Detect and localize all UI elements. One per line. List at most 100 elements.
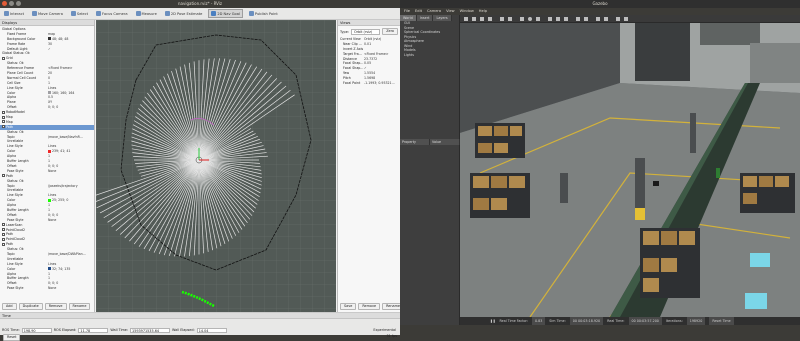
display-enable-checkbox[interactable] xyxy=(2,120,5,124)
cylinder-shape-icon[interactable] xyxy=(536,17,540,21)
box-shape-icon[interactable] xyxy=(520,17,524,21)
display-key: Status: Ok xyxy=(7,61,24,66)
color-swatch[interactable] xyxy=(48,91,51,95)
cyan-crate xyxy=(750,253,770,267)
tab-layers[interactable]: Layers xyxy=(433,15,452,21)
rotate-mode-icon[interactable] xyxy=(480,17,484,21)
add-display-button[interactable]: Add xyxy=(2,303,17,310)
screenshot-icon[interactable] xyxy=(616,17,620,21)
display-key: Fixed Frame xyxy=(7,31,27,36)
color-swatch[interactable] xyxy=(48,198,51,202)
toolbar-2d-nav-goal-button[interactable]: 2D Nav Goal xyxy=(208,9,243,18)
experimental-checkbox[interactable]: Experimental xyxy=(373,328,400,332)
display-key: Offset xyxy=(7,212,17,217)
display-key: Global Options xyxy=(2,27,26,31)
display-key: PointCloud2 xyxy=(6,237,26,242)
sphere-shape-icon[interactable] xyxy=(528,17,532,21)
color-swatch[interactable] xyxy=(48,267,51,271)
display-key: Frame Rate xyxy=(7,41,26,46)
display-key: Buffer Length xyxy=(7,207,29,212)
display-key: Background Color xyxy=(7,36,36,41)
display-enable-checkbox[interactable] xyxy=(2,110,5,114)
display-key: Path xyxy=(6,173,14,178)
display-value: 1 xyxy=(48,154,51,159)
spot-light-icon[interactable] xyxy=(556,17,560,21)
menu-edit[interactable]: Edit xyxy=(415,8,422,15)
view-type-select[interactable]: Orbit (rviz) xyxy=(350,28,381,35)
toolbar-2d-pose-estimate-button[interactable]: 2D Pose Estimate xyxy=(163,10,205,17)
save-view-button[interactable]: Save xyxy=(340,303,357,310)
view-type-label: Type: xyxy=(340,29,349,34)
toolbar-move-camera-button[interactable]: Move Camera xyxy=(30,10,65,17)
point-light-icon[interactable] xyxy=(548,17,552,21)
zero-button[interactable]: Zero xyxy=(382,28,398,35)
display-key: Color xyxy=(7,90,16,95)
rviz-3d-viewport[interactable] xyxy=(96,20,336,312)
menu-window[interactable]: Window xyxy=(460,8,474,15)
remove-view-button[interactable]: Remove xyxy=(358,303,381,310)
menu-file[interactable]: File xyxy=(404,8,410,15)
ros-elapsed-label: ROS Elapsed: xyxy=(53,328,77,332)
toolbar-interact-button[interactable]: Interact xyxy=(2,10,26,17)
display-enable-checkbox[interactable] xyxy=(2,242,5,246)
display-enable-checkbox[interactable] xyxy=(2,115,5,119)
toolbar-select-button[interactable]: Select xyxy=(69,10,90,17)
close-window-icon[interactable] xyxy=(2,1,7,6)
display-value: 160; 160; 164 xyxy=(52,90,75,95)
display-enable-checkbox[interactable] xyxy=(2,125,5,129)
display-value: 1 xyxy=(48,276,51,281)
menu-help[interactable]: Help xyxy=(479,8,487,15)
view-property-row[interactable]: Focal Point -1.1993; 0.95321... xyxy=(338,81,400,86)
menu-view[interactable]: View xyxy=(446,8,455,15)
view-key: Focal Point xyxy=(343,81,361,86)
display-key: Status: Ok xyxy=(7,129,24,134)
gazebo-window: Gazebo File Edit Camera View Window Help Worl… xyxy=(400,0,800,335)
gazebo-3d-scene[interactable] xyxy=(460,23,800,317)
display-enable-checkbox[interactable] xyxy=(2,237,5,241)
copy-icon[interactable] xyxy=(576,17,580,21)
display-key: Line Style xyxy=(7,193,23,198)
scale-mode-icon[interactable] xyxy=(488,17,492,21)
toolbar-publish-point-button[interactable]: Publish Point xyxy=(247,10,280,17)
property-header: Property Value xyxy=(400,139,460,145)
remove-display-button[interactable]: Remove xyxy=(44,303,67,310)
translate-mode-icon[interactable] xyxy=(472,17,476,21)
directional-light-icon[interactable] xyxy=(564,17,568,21)
focus-camera-icon xyxy=(96,11,102,16)
reset-button[interactable]: Reset xyxy=(3,334,21,341)
tab-insert[interactable]: Insert xyxy=(416,15,434,21)
minimize-window-icon[interactable] xyxy=(9,1,14,6)
pause-icon[interactable]: ❚❚ xyxy=(490,317,496,325)
display-enable-checkbox[interactable] xyxy=(2,56,5,60)
toolbar-measure-button[interactable]: Measure xyxy=(134,10,159,17)
undo-icon[interactable] xyxy=(500,17,504,21)
snap-icon[interactable] xyxy=(604,17,608,21)
display-key: Color xyxy=(7,149,16,154)
color-swatch[interactable] xyxy=(48,37,51,41)
world-tree-item[interactable]: Lights xyxy=(400,53,459,58)
robot-model[interactable] xyxy=(653,181,659,186)
display-enable-checkbox[interactable] xyxy=(2,223,5,227)
paste-icon[interactable] xyxy=(584,17,588,21)
display-key: Pose Style xyxy=(7,168,24,173)
display-enable-checkbox[interactable] xyxy=(2,174,5,178)
maximize-window-icon[interactable] xyxy=(16,1,21,6)
display-enable-checkbox[interactable] xyxy=(2,228,5,232)
reset-time-button[interactable]: Reset Time xyxy=(709,317,734,325)
duplicate-display-button[interactable]: Duplicate xyxy=(18,303,43,310)
record-icon[interactable] xyxy=(624,17,628,21)
display-enable-checkbox[interactable] xyxy=(2,232,5,236)
select-mode-icon[interactable] xyxy=(464,17,468,21)
redo-icon[interactable] xyxy=(508,17,512,21)
rviz-toolbar: Interact Move Camera Select Focus Camera Mea… xyxy=(0,8,400,20)
rename-display-button[interactable]: Rename xyxy=(68,303,91,310)
toolbar-focus-camera-button[interactable]: Focus Camera xyxy=(94,10,130,17)
menu-camera[interactable]: Camera xyxy=(427,8,441,15)
display-value: /move_base/NavfnR... xyxy=(48,134,83,139)
display-key: Offset xyxy=(7,281,17,286)
display-key: PointCloud2 xyxy=(6,227,26,232)
color-swatch[interactable] xyxy=(48,149,51,153)
display-value: 1 xyxy=(48,159,51,164)
align-icon[interactable] xyxy=(596,17,600,21)
display-row[interactable]: Pose Style None xyxy=(0,286,94,291)
